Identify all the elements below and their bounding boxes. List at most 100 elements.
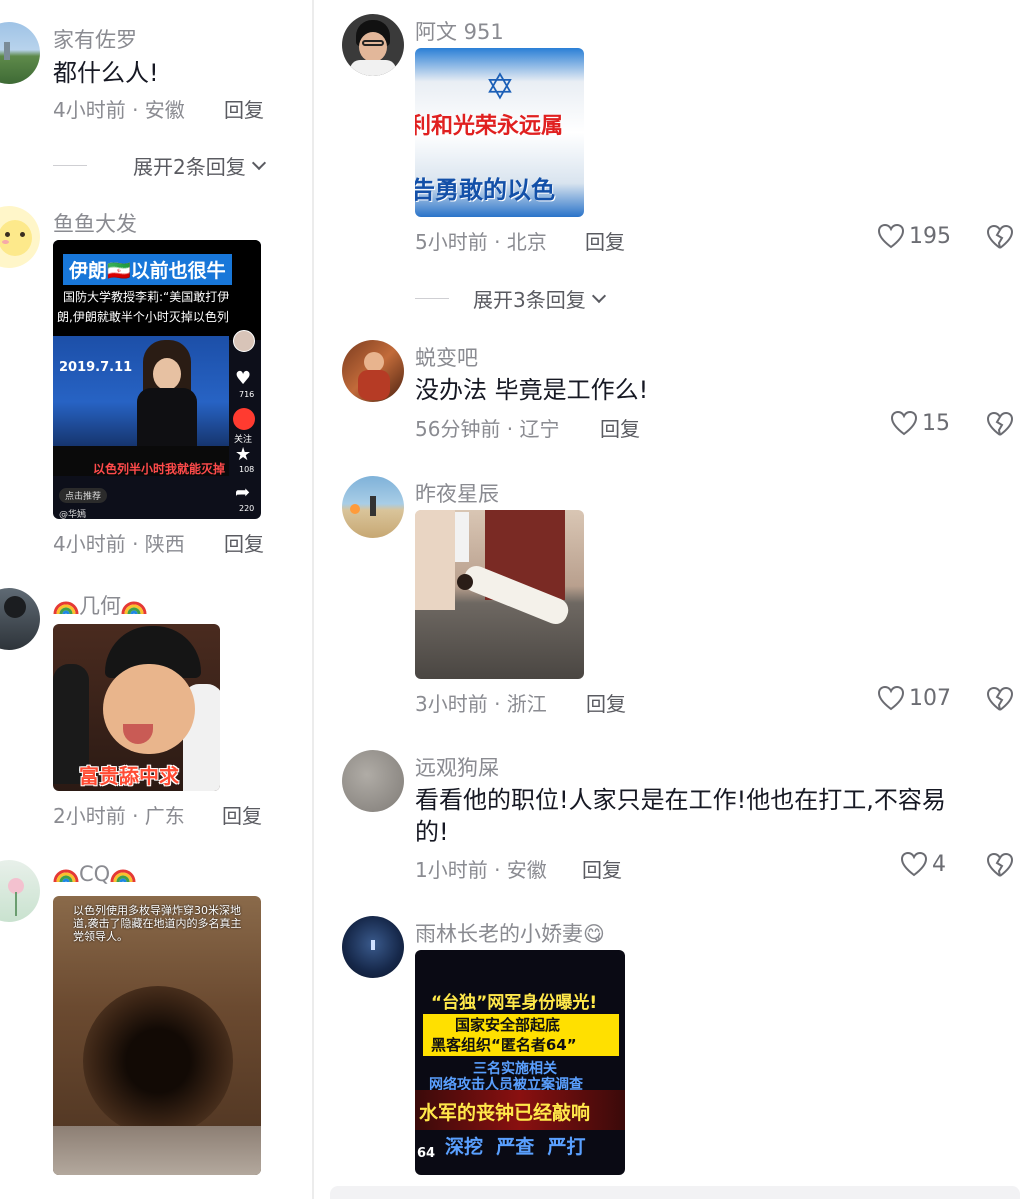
avatar[interactable] — [0, 860, 40, 922]
like-count: 4 — [932, 851, 946, 877]
weibo-icon[interactable] — [233, 408, 255, 430]
comment-text: 看看他的职位!人家只是在工作!他也在打工,不容易 — [415, 786, 946, 814]
comment-meta: 2小时前 · 广东 — [53, 804, 185, 828]
broken-heart-icon — [986, 224, 1014, 249]
comment-username[interactable]: CQ — [53, 862, 136, 886]
video-author-handle: @华嫣 — [59, 510, 87, 519]
expand-replies-label: 展开2条回复 — [133, 155, 246, 179]
comment-username[interactable]: 家有佐罗 — [53, 24, 137, 54]
like-button[interactable]: 195 — [877, 223, 951, 249]
heart-icon — [890, 410, 918, 436]
image-caption: 以色列使用多枚导弹炸穿30米深地道,袭击了隐藏在地道内的多名真主党领导人。 — [73, 904, 242, 943]
video-corner-label: 64 — [417, 1146, 436, 1161]
broken-heart-icon — [986, 852, 1014, 877]
like-button[interactable]: 4 — [900, 851, 946, 877]
comment-list-left: 家有佐罗 都什么人! 4小时前 · 安徽 回复 展开2条回复 鱼鱼大发 伊朗🇮🇷… — [0, 0, 310, 1199]
like-count: 716 — [239, 390, 255, 399]
broken-heart-icon — [986, 686, 1014, 711]
comment-username[interactable]: 阿文 951 — [415, 16, 504, 46]
reply-button[interactable]: 回复 — [222, 800, 262, 829]
comment-username[interactable]: 远观狗屎 — [415, 752, 499, 782]
heart-icon — [877, 223, 905, 249]
username-text: CQ — [79, 862, 111, 886]
comment-list-right: 阿文 951 ✡ 利和光荣永远属 告勇敢的以色 5小时前 · 北京 回复 195… — [312, 0, 1036, 1199]
dislike-button[interactable] — [986, 852, 1014, 882]
video-headline: 国家安全部起底 — [455, 1016, 561, 1034]
rainbow-emoji-icon — [110, 864, 136, 883]
reply-button[interactable]: 回复 — [224, 94, 264, 123]
video-headline: “台独”网军身份曝光! — [431, 993, 598, 1013]
avatar[interactable] — [342, 750, 404, 812]
chevron-down-icon — [591, 288, 606, 303]
video-banner: 伊朗🇮🇷以前也很牛 — [63, 254, 232, 285]
reply-button[interactable]: 回复 — [224, 528, 264, 557]
reply-button[interactable]: 回复 — [582, 854, 622, 883]
comment-input-bar[interactable] — [330, 1186, 1020, 1199]
dislike-button[interactable] — [986, 411, 1014, 441]
avatar[interactable] — [0, 588, 40, 650]
avatar[interactable] — [342, 14, 404, 76]
share-count: 220 — [239, 504, 255, 513]
heart-icon[interactable]: ♥ — [235, 368, 251, 389]
username-text: 几何 — [79, 594, 121, 618]
avatar[interactable] — [0, 206, 40, 268]
rainbow-emoji-icon — [53, 596, 79, 615]
like-button[interactable]: 15 — [890, 410, 950, 436]
like-count: 15 — [922, 410, 950, 436]
share-icon[interactable]: ➦ — [235, 482, 250, 503]
comment-username[interactable]: 昨夜星辰 — [415, 478, 499, 508]
like-count: 195 — [909, 223, 951, 249]
avatar[interactable] — [342, 476, 404, 538]
comment-text: 都什么人! — [53, 59, 159, 87]
dislike-button[interactable] — [986, 224, 1014, 254]
comment-image[interactable]: ✡ 利和光荣永远属 告勇敢的以色 — [415, 48, 584, 217]
reply-button[interactable]: 回复 — [600, 413, 640, 442]
comment-meta: 4小时前 · 陕西 — [53, 532, 185, 556]
heart-icon — [877, 685, 905, 711]
video-subtitle: 以色列半小时我就能灭掉 — [93, 462, 226, 476]
comment-meta: 3小时前 · 浙江 — [415, 692, 547, 716]
rainbow-emoji-icon — [121, 596, 147, 615]
video-caption-line: 朗,伊朗就敢半个小时灭掉以色列 — [57, 310, 229, 324]
expand-replies-button[interactable]: 展开2条回复 — [53, 151, 266, 180]
star-icon[interactable]: ★ — [235, 444, 251, 465]
comment-meta: 1小时前 · 安徽 — [415, 858, 547, 882]
comment-username[interactable]: 雨林长老的小娇妻😋 — [415, 918, 605, 948]
image-caption: 利和光荣永远属 — [415, 114, 564, 139]
comment-image[interactable] — [415, 510, 584, 679]
reply-button[interactable]: 回复 — [586, 688, 626, 717]
video-caption-line: 国防大学教授李莉:“美国敢打伊 — [63, 290, 230, 304]
comment-meta: 56分钟前 · 辽宁 — [415, 417, 560, 441]
comment-username[interactable]: 蜕变吧 — [415, 342, 478, 372]
comment-image[interactable]: 富贵舔中求 — [53, 624, 220, 791]
video-headline: 黑客组织“匿名者64” — [431, 1036, 577, 1054]
comment-meta: 4小时前 · 安徽 — [53, 98, 185, 122]
image-caption: 告勇敢的以色 — [415, 176, 555, 204]
heart-icon — [900, 851, 928, 877]
comment-meta: 5小时前 · 北京 — [415, 230, 547, 254]
avatar[interactable] — [342, 340, 404, 402]
comment-video-thumbnail[interactable]: “台独”网军身份曝光! 国家安全部起底 黑客组织“匿名者64” 三名实施相关 网… — [415, 950, 625, 1175]
video-date: 2019.7.11 — [59, 360, 133, 375]
avatar[interactable] — [342, 916, 404, 978]
comment-text: 没办法 毕竟是工作么! — [415, 376, 649, 404]
comment-text: 的! — [415, 818, 449, 846]
comment-username[interactable]: 鱼鱼大发 — [53, 208, 137, 238]
expand-replies-button[interactable]: 展开3条回复 — [415, 284, 606, 313]
like-count: 107 — [909, 685, 951, 711]
dislike-button[interactable] — [986, 686, 1014, 716]
rainbow-emoji-icon — [53, 864, 79, 883]
reply-button[interactable]: 回复 — [585, 226, 625, 255]
chevron-down-icon — [251, 155, 266, 170]
comment-username[interactable]: 几何 — [53, 590, 147, 620]
video-headline: 深挖 严查 严打 — [445, 1136, 586, 1158]
recommend-chip[interactable]: 点击推荐 — [59, 488, 108, 503]
like-button[interactable]: 107 — [877, 685, 951, 711]
avatar[interactable] — [0, 22, 40, 84]
favorite-count: 108 — [239, 465, 255, 474]
comment-video-thumbnail[interactable]: 伊朗🇮🇷以前也很牛 国防大学教授李莉:“美国敢打伊 朗,伊朗就敢半个小时灭掉以色… — [53, 240, 261, 519]
comment-image[interactable]: 以色列使用多枚导弹炸穿30米深地道,袭击了隐藏在地道内的多名真主党领导人。 — [53, 896, 261, 1175]
image-caption: 富贵舔中求 — [79, 764, 179, 788]
creator-avatar[interactable] — [233, 330, 255, 352]
broken-heart-icon — [986, 411, 1014, 436]
